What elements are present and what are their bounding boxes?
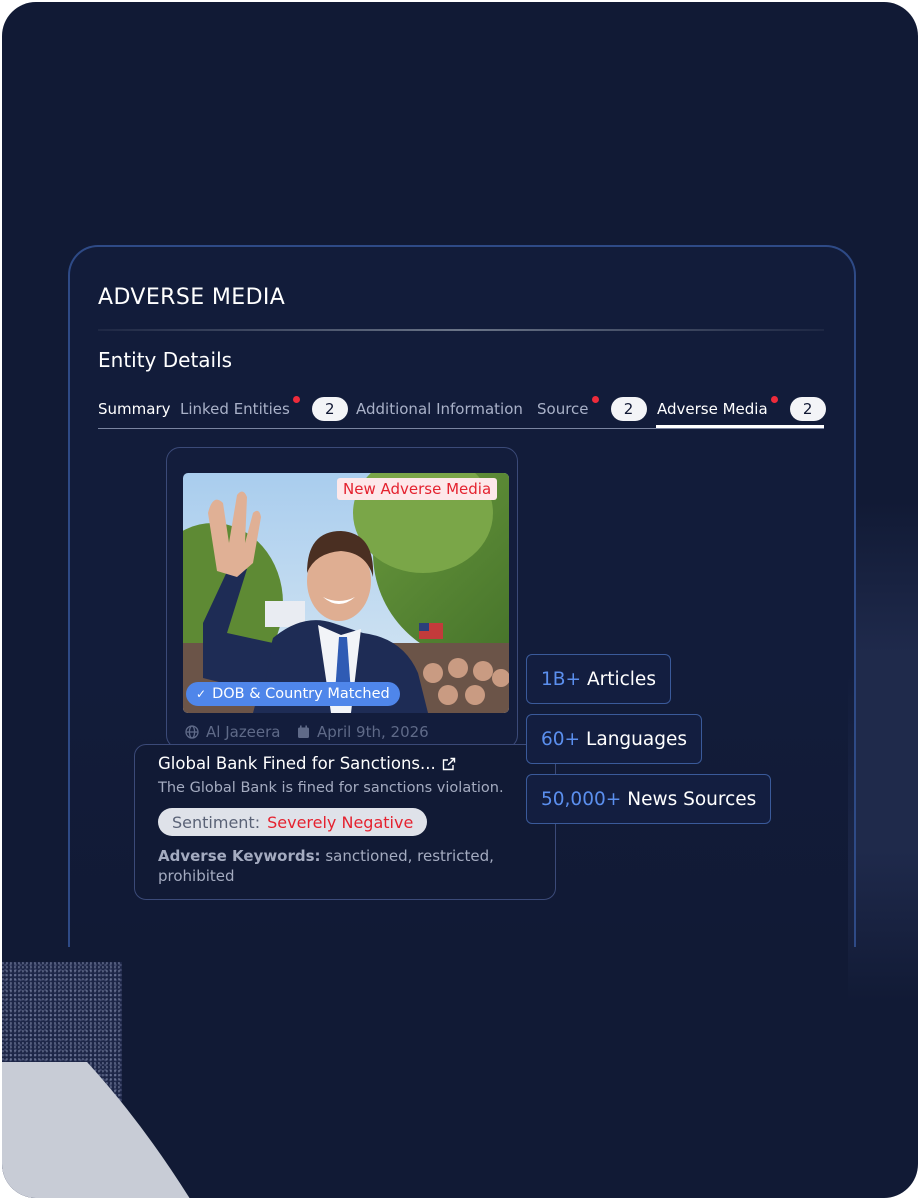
stat-news-sources: 50,000+ News Sources	[526, 774, 772, 824]
media-source-text: Al Jazeera	[206, 723, 281, 741]
article-title[interactable]: Global Bank Fined for Sanctions...	[158, 754, 456, 773]
stat-number: 60+	[541, 728, 581, 750]
active-tab-indicator	[656, 425, 824, 428]
media-photo	[183, 473, 509, 713]
sentiment-pill: Sentiment: Severely Negative	[158, 808, 428, 836]
media-source: Al Jazeera	[185, 722, 281, 742]
globe-icon	[185, 725, 199, 739]
stat-label: News Sources	[627, 788, 757, 810]
stat-languages: 60+ Languages	[526, 714, 702, 764]
article-title-text: Global Bank Fined for Sanctions...	[158, 754, 436, 773]
tab-source[interactable]: Source 2	[537, 392, 647, 426]
decorative-right-shade	[848, 502, 918, 1002]
media-date-text: April 9th, 2026	[317, 723, 429, 741]
external-link-icon[interactable]	[442, 757, 456, 771]
media-date: April 9th, 2026	[297, 722, 429, 742]
stat-number: 50,000+	[541, 788, 622, 810]
article-description: The Global Bank is fined for sanctions v…	[158, 780, 504, 796]
tab-linked-entities-label: Linked Entities	[180, 400, 290, 418]
sentiment-label: Sentiment:	[172, 812, 261, 832]
tab-adverse-media-label: Adverse Media	[657, 400, 768, 418]
count-badge: 2	[311, 397, 348, 421]
adverse-keywords: Adverse Keywords: sanctioned, restricted…	[158, 846, 518, 886]
count-badge: 2	[789, 397, 826, 421]
sentiment-value: Severely Negative	[267, 812, 414, 832]
alert-dot	[591, 396, 599, 403]
alert-dot	[292, 396, 300, 403]
count-badge: 2	[610, 397, 647, 421]
calendar-icon	[298, 725, 309, 738]
entity-details-heading: Entity Details	[98, 348, 233, 372]
title-divider	[98, 329, 824, 331]
stat-label: Languages	[586, 728, 687, 750]
tab-summary[interactable]: Summary	[98, 392, 171, 426]
tab-adverse-media[interactable]: Adverse Media 2	[657, 392, 826, 426]
match-badge-label: DOB & Country Matched	[212, 686, 390, 702]
tab-linked-entities[interactable]: Linked Entities 2	[180, 392, 348, 426]
keywords-label: Adverse Keywords:	[158, 847, 321, 865]
new-adverse-media-badge: New Adverse Media	[337, 478, 498, 500]
stat-articles: 1B+ Articles	[526, 654, 671, 704]
panel-title: ADVERSE MEDIA	[98, 285, 286, 310]
entity-tabs: Summary Linked Entities 2 Additional Inf…	[98, 392, 826, 429]
tab-additional-information-label: Additional Information	[356, 400, 523, 418]
tab-additional-information[interactable]: Additional Information	[356, 392, 523, 426]
match-badge: ✓ DOB & Country Matched	[186, 682, 400, 706]
alert-dot	[770, 396, 778, 403]
tab-summary-label: Summary	[98, 400, 171, 418]
stat-number: 1B+	[541, 668, 581, 690]
check-icon: ✓	[196, 687, 207, 701]
stat-label: Articles	[586, 668, 656, 690]
tab-source-label: Source	[537, 400, 589, 418]
